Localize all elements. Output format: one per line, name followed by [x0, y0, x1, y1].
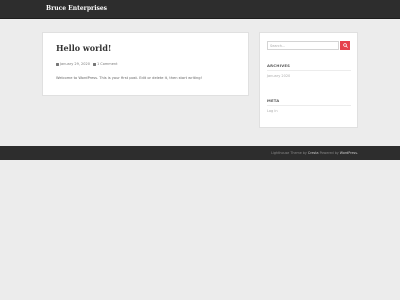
- post-title[interactable]: Hello world!: [56, 43, 111, 53]
- footer-platform-link[interactable]: WordPress.: [340, 151, 358, 155]
- meta-divider: [267, 105, 351, 106]
- post-excerpt: Welcome to WordPress. This is your first…: [56, 76, 202, 80]
- post-card: Hello world! January 29, 2020 1 Comment …: [42, 32, 249, 96]
- meta-title: META: [267, 98, 280, 103]
- top-navbar: Bruce Enterprises: [0, 0, 400, 19]
- archives-title: ARCHIVES: [267, 63, 291, 68]
- search-icon: [342, 43, 348, 48]
- comment-icon: [92, 62, 96, 66]
- meta-link-login[interactable]: Log in: [267, 109, 278, 113]
- footer-powered-by: Powered by: [319, 151, 339, 155]
- sidebar: ARCHIVES January 2020 META Log in: [259, 32, 358, 128]
- search-button[interactable]: [340, 41, 350, 50]
- post-comments-group[interactable]: 1 Comment: [92, 62, 118, 66]
- archives-link-january-2020[interactable]: January 2020: [267, 74, 290, 78]
- footer-theme-name: Lighthouse: [271, 151, 290, 155]
- footer-theme-by: Theme by: [290, 151, 307, 155]
- post-meta: January 29, 2020 1 Comment: [56, 62, 117, 66]
- post-date[interactable]: January 29, 2020: [60, 62, 90, 66]
- site-title[interactable]: Bruce Enterprises: [46, 5, 107, 12]
- search-input[interactable]: [267, 41, 339, 50]
- post-comments[interactable]: 1 Comment: [97, 62, 118, 66]
- footer-author-link[interactable]: Cresta: [308, 151, 319, 155]
- calendar-icon: [56, 62, 59, 66]
- post-date-group[interactable]: January 29, 2020: [56, 62, 90, 66]
- archives-divider: [267, 70, 351, 71]
- footer-credits: Lighthouse Theme by Cresta Powered by Wo…: [271, 151, 358, 155]
- footer: Lighthouse Theme by Cresta Powered by Wo…: [0, 146, 400, 160]
